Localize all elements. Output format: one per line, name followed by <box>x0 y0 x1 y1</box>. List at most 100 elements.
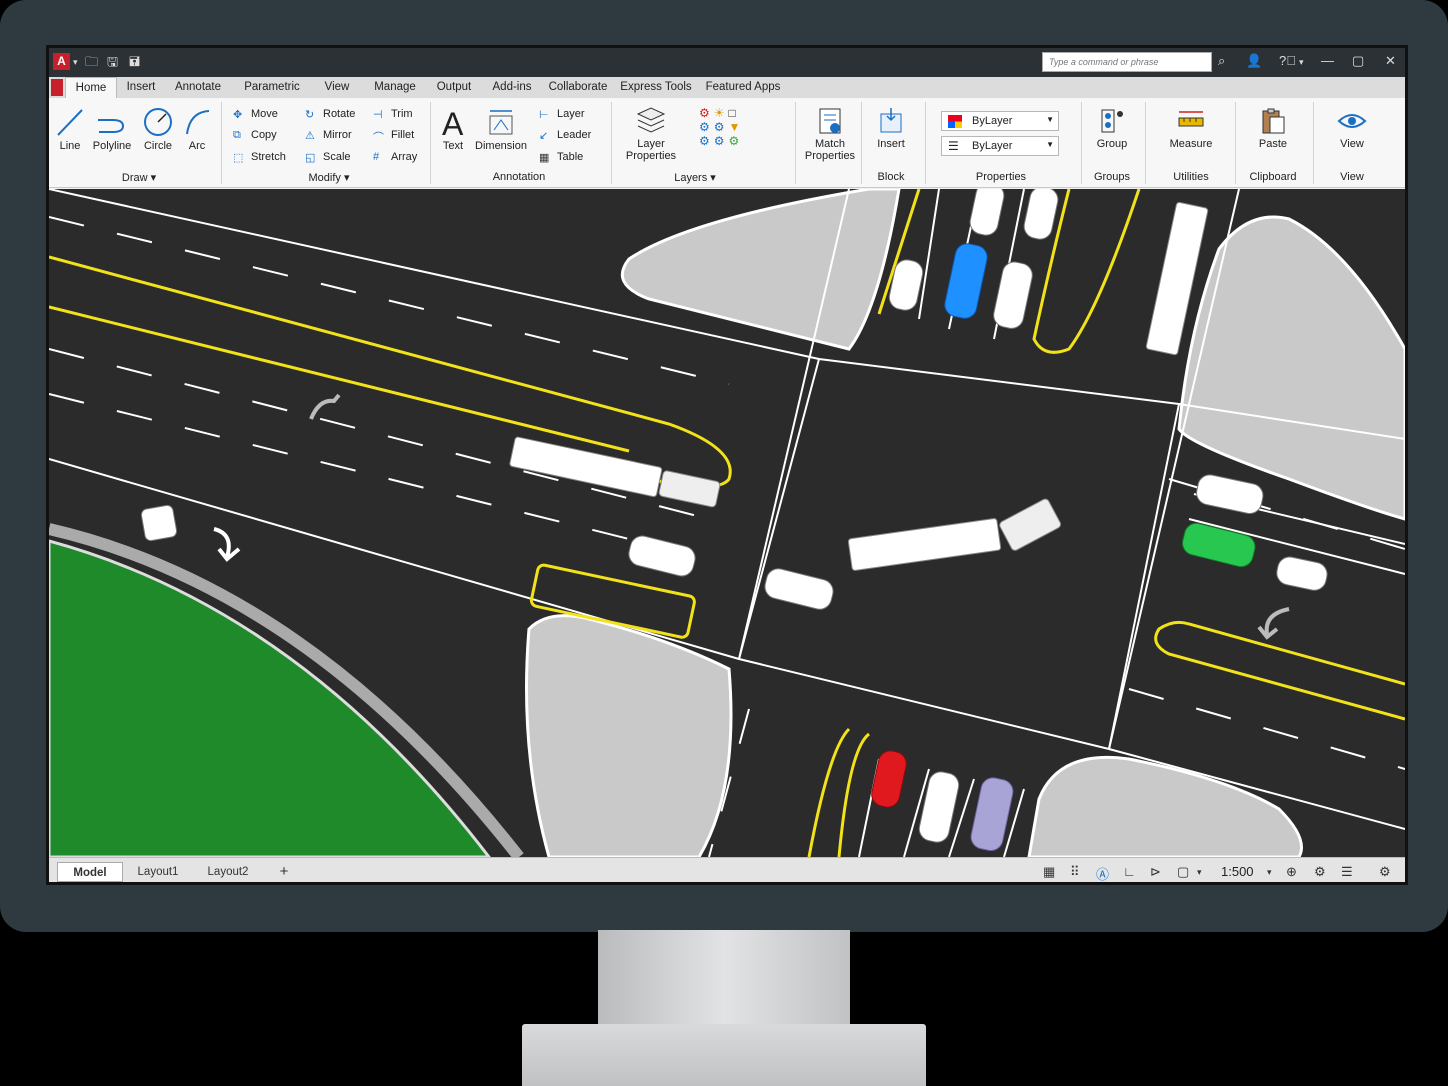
layer-color-icon[interactable]: □ <box>729 106 740 120</box>
tab-parametric[interactable]: Parametric <box>235 77 309 98</box>
leader-button[interactable]: ↙ Leader <box>539 129 591 142</box>
tab-home[interactable]: Home <box>65 77 117 98</box>
ortho-icon[interactable]: ∟ <box>1123 864 1136 879</box>
table-button[interactable]: ▦ Table <box>539 151 583 164</box>
tab-manage[interactable]: Manage <box>367 77 423 98</box>
add-layout-button[interactable]: + <box>271 862 297 882</box>
tab-collaborate[interactable]: Collaborate <box>543 77 613 98</box>
linear-dimension-icon: ⊢ <box>539 109 549 122</box>
line-button[interactable]: Line <box>55 106 85 152</box>
search-icon[interactable]: ⌕ <box>1218 53 1225 69</box>
saveas-icon[interactable]: 🖬 <box>129 53 140 75</box>
fillet-button[interactable]: ⌒ Fillet <box>373 129 414 144</box>
tab-express-tools[interactable]: Express Tools <box>619 77 693 98</box>
tab-annotate[interactable]: Annotate <box>167 77 229 98</box>
user-account-icon[interactable]: 👤 <box>1246 53 1262 69</box>
dimension-button[interactable]: Dimension <box>473 106 529 152</box>
match-properties-button[interactable]: Match Properties <box>801 106 859 162</box>
text-button[interactable]: A Text <box>437 106 469 152</box>
annotation-scale[interactable]: 1:500 <box>1221 864 1254 879</box>
polyline-icon <box>98 119 125 133</box>
measure-label: Measure <box>1169 138 1213 150</box>
command-search-input[interactable]: Type a command or phrase <box>1042 52 1212 72</box>
chevron-down-icon[interactable]: ▾ <box>1267 867 1272 878</box>
grid-icon[interactable]: ▦ <box>1043 864 1055 880</box>
eye-icon <box>1337 114 1367 128</box>
linetype-value: ByLayer <box>972 140 1013 152</box>
layer-lock-icon[interactable]: ▼ <box>729 120 745 134</box>
tab-insert[interactable]: Insert <box>119 77 163 98</box>
trim-label: Trim <box>391 108 413 120</box>
layer-properties-label-1: Layer <box>637 138 665 150</box>
panel-divider <box>1145 102 1146 184</box>
tab-layout2[interactable]: Layout2 <box>195 862 261 882</box>
match-properties-icon <box>819 108 841 134</box>
maximize-icon[interactable]: ▢ <box>1352 53 1364 69</box>
layer-freeze-icon[interactable]: ☀ <box>714 106 729 120</box>
chevron-down-icon[interactable]: ▾ <box>1197 867 1202 878</box>
layer-previous-icon[interactable]: ⚙ <box>699 134 714 148</box>
modify-panel-label[interactable]: Modify ▾ <box>299 171 359 184</box>
settings-gear-icon[interactable]: ⚙ <box>1379 864 1391 880</box>
insert-block-button[interactable]: Insert <box>867 106 915 150</box>
layer-match-icon[interactable]: ⚙ <box>699 120 714 134</box>
color-dropdown[interactable]: ByLayer ▼ <box>941 111 1059 131</box>
close-icon[interactable]: ✕ <box>1385 53 1396 69</box>
move-icon: ✥ <box>233 109 243 122</box>
tab-addins[interactable]: Add-ins <box>485 77 539 98</box>
minimize-icon[interactable]: — <box>1321 53 1334 68</box>
polyline-button[interactable]: Polyline <box>89 106 135 152</box>
menu-icon[interactable]: ☰ <box>1341 864 1353 880</box>
linetype-dropdown[interactable]: ☰ ByLayer ▼ <box>941 136 1059 156</box>
help-chevron-icon[interactable]: ▾ <box>1299 57 1304 68</box>
layer-walk-icon[interactable]: ⚙ <box>729 134 744 148</box>
copy-button[interactable]: ⧉ Copy <box>233 129 277 141</box>
tab-model[interactable]: Model <box>57 862 123 882</box>
arc-button[interactable]: Arc <box>181 106 213 152</box>
workspace-gear-icon[interactable]: ⚙ <box>1314 864 1326 880</box>
paste-label: Paste <box>1258 138 1288 150</box>
app-logo-icon[interactable]: A <box>53 53 70 70</box>
array-button[interactable]: # Array <box>373 151 417 163</box>
open-folder-icon[interactable]: 🗀 <box>85 53 98 75</box>
snap-icon[interactable]: ⠿ <box>1070 864 1080 880</box>
trim-button[interactable]: ⊣ Trim <box>373 108 413 122</box>
stretch-button[interactable]: ⬚ Stretch <box>233 151 286 164</box>
layer-properties-button[interactable]: Layer Properties <box>619 106 683 162</box>
drawing-canvas[interactable] <box>49 189 1405 857</box>
help-icon[interactable]: ?⃝ <box>1279 53 1296 68</box>
view-button[interactable]: View <box>1327 106 1377 150</box>
tab-featured-apps[interactable]: Featured Apps <box>701 77 785 98</box>
properties-panel-label: Properties <box>975 171 1027 183</box>
layers-panel-label[interactable]: Layers ▾ <box>665 171 725 184</box>
layer-tools-grid[interactable]: ⚙☀□ ⚙⚙▼ ⚙⚙⚙ <box>699 106 744 148</box>
tab-layout1[interactable]: Layout1 <box>125 862 191 882</box>
circle-button[interactable]: Circle <box>139 106 177 152</box>
tab-view[interactable]: View <box>315 77 359 98</box>
app-button-icon[interactable] <box>51 79 63 96</box>
measure-button[interactable]: Measure <box>1157 106 1225 150</box>
arc-icon <box>186 110 210 135</box>
rotate-button[interactable]: ↻ Rotate <box>305 108 356 121</box>
paste-button[interactable]: Paste <box>1245 106 1301 150</box>
save-icon[interactable]: 🖫 <box>107 53 118 75</box>
group-button[interactable]: Group <box>1089 106 1135 150</box>
move-button[interactable]: ✥ Move <box>233 108 278 122</box>
trim-icon: ⊣ <box>373 109 383 122</box>
polar-icon[interactable]: ⊳ <box>1150 864 1161 880</box>
layer-off-icon[interactable]: ⚙ <box>699 106 714 120</box>
scale-button[interactable]: ◱ Scale <box>305 151 351 164</box>
layer-iso-icon[interactable]: ⚙ <box>714 120 729 134</box>
layer-unisolate-icon[interactable]: ⚙ <box>714 134 729 148</box>
crosshair-icon[interactable]: ⊕ <box>1286 864 1297 880</box>
draw-panel-label[interactable]: Draw ▾ <box>109 171 169 184</box>
rotate-label: Rotate <box>323 108 356 120</box>
autoscale-icon[interactable]: Ⓐ <box>1096 864 1109 882</box>
layer-button[interactable]: ⊢ Layer <box>539 108 585 122</box>
app-menu-chevron-icon[interactable]: ▾ <box>73 57 78 68</box>
viewport-icon[interactable]: ▢ <box>1177 864 1189 880</box>
intersection-drawing[interactable] <box>49 189 1405 857</box>
tab-output[interactable]: Output <box>429 77 479 98</box>
dimension-icon <box>489 110 513 135</box>
mirror-button[interactable]: ⚠ Mirror <box>305 129 352 142</box>
